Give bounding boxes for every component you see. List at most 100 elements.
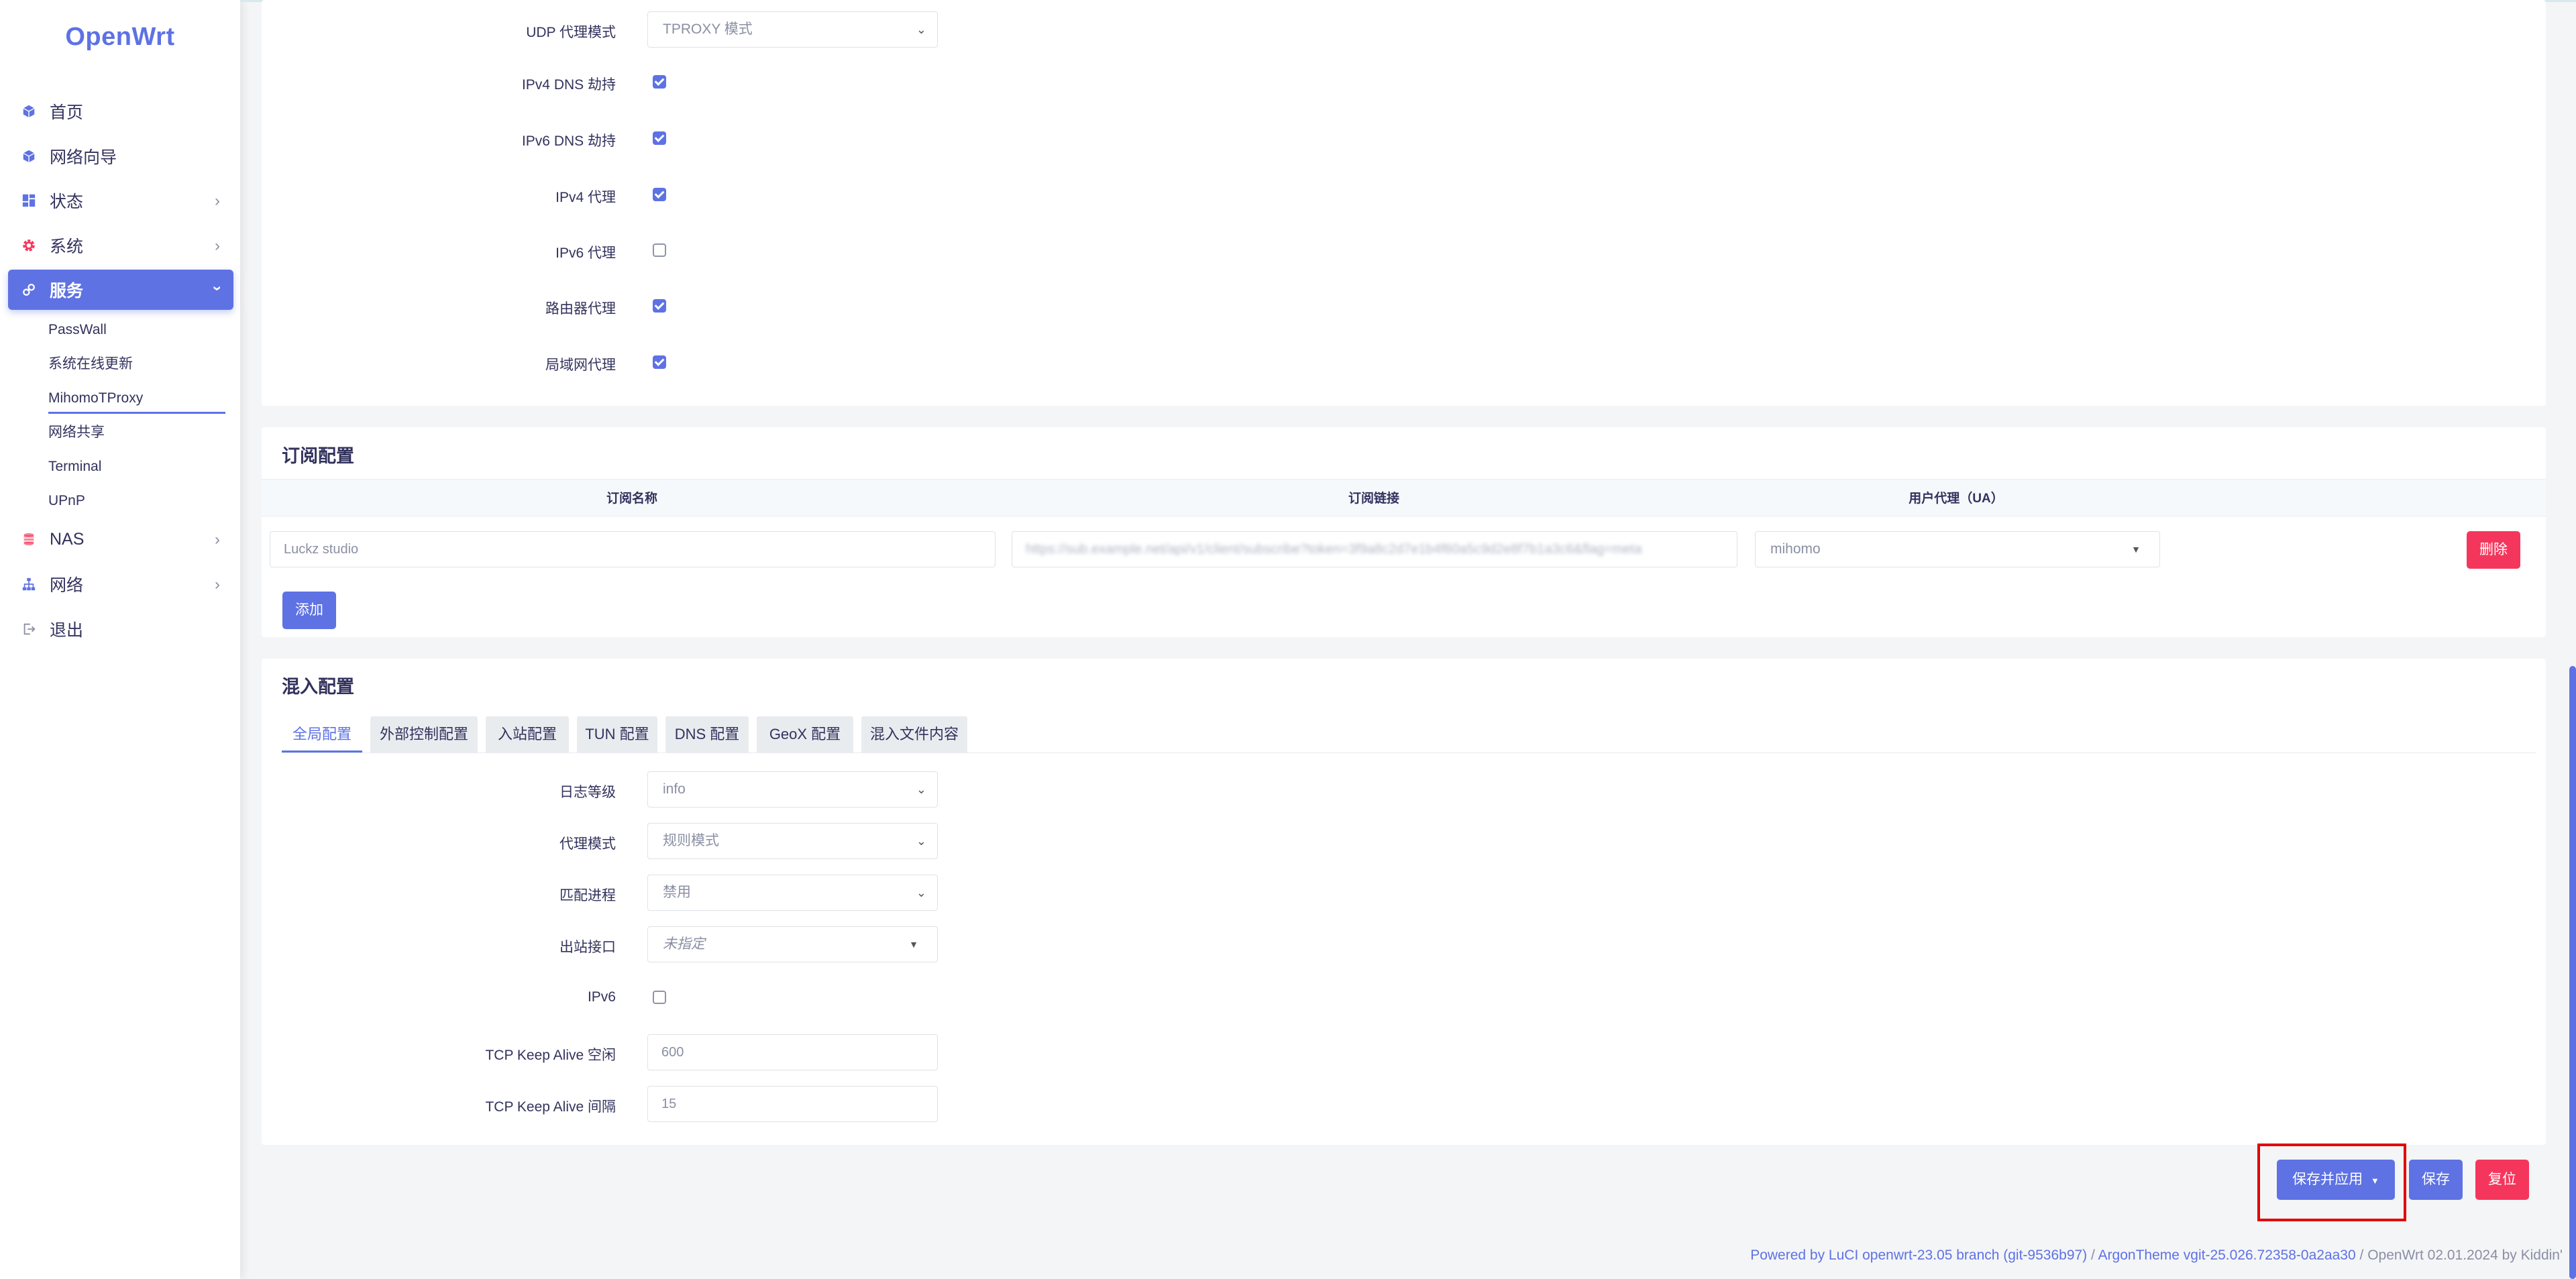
sidebar-item-home[interactable]: 首页 bbox=[8, 91, 233, 131]
outbound-iface-select[interactable]: 未指定 ▼ bbox=[647, 926, 938, 962]
log-level-select[interactable]: info ⌄ bbox=[647, 771, 938, 808]
tab-external-control[interactable]: 外部控制配置 bbox=[370, 716, 478, 753]
sidebar-item-network[interactable]: 网络 › bbox=[8, 564, 233, 604]
sidebar-item-label: 退出 bbox=[50, 621, 84, 640]
chevron-down-icon: ⌄ bbox=[916, 886, 926, 899]
tab-geox[interactable]: GeoX 配置 bbox=[757, 716, 853, 753]
sidebar: OpenWrt 首页 网络向导 状态 › 系统 › 服务 › PassWall … bbox=[0, 0, 240, 1279]
match-process-value: 禁用 bbox=[663, 885, 691, 900]
sub-ua-value: mihomo bbox=[1770, 541, 1821, 557]
sidebar-item-label: 网络 bbox=[50, 576, 84, 595]
submenu-item-upnp[interactable]: UPnP bbox=[48, 488, 225, 514]
chevron-down-icon: ⌄ bbox=[916, 834, 926, 848]
keepalive-idle-label: TCP Keep Alive 空闲 bbox=[485, 1048, 616, 1063]
col-sub-ua: 用户代理（UA） bbox=[1909, 492, 2004, 506]
sub-name-input[interactable]: Luckz studio bbox=[270, 531, 996, 567]
gear-icon bbox=[20, 237, 38, 254]
keepalive-interval-label: TCP Keep Alive 间隔 bbox=[485, 1099, 616, 1115]
match-process-label: 匹配进程 bbox=[559, 888, 616, 903]
scrollbar-thumb[interactable] bbox=[2569, 666, 2576, 1279]
ipv6-dns-label: IPv6 DNS 劫持 bbox=[521, 133, 616, 149]
chevron-right-icon: › bbox=[215, 575, 220, 594]
chevron-down-icon: ⌄ bbox=[916, 23, 926, 36]
submenu-item-mihomotproxy[interactable]: MihomoTProxy bbox=[48, 385, 225, 414]
tab-inbound[interactable]: 入站配置 bbox=[486, 716, 569, 753]
delete-subscription-button[interactable]: 删除 bbox=[2467, 531, 2520, 569]
chevron-down-icon: ⌄ bbox=[916, 783, 926, 796]
proxy-mode-select[interactable]: 规则模式 ⌄ bbox=[647, 823, 938, 859]
save-apply-label: 保存并应用 bbox=[2292, 1172, 2363, 1187]
ipv4-dns-label: IPv4 DNS 劫持 bbox=[521, 77, 616, 93]
submenu-item-passwall[interactable]: PassWall bbox=[48, 317, 225, 343]
sub-ua-select[interactable]: mihomo ▼ bbox=[1755, 531, 2160, 567]
lan-proxy-checkbox[interactable] bbox=[653, 355, 666, 369]
sub-url-value: https://sub.example.net/api/v1/client/su… bbox=[1026, 542, 1642, 557]
sidebar-item-label: 服务 bbox=[50, 282, 84, 300]
col-sub-name: 订阅名称 bbox=[606, 492, 657, 506]
keepalive-interval-input[interactable]: 15 bbox=[647, 1086, 938, 1122]
ipv4-dns-checkbox[interactable] bbox=[653, 75, 666, 89]
footer-luci-link[interactable]: Powered by LuCI openwrt-23.05 branch (gi… bbox=[1750, 1247, 2087, 1263]
footer-separator: / bbox=[2355, 1247, 2368, 1263]
link-icon bbox=[20, 281, 38, 298]
caret-down-icon: ▼ bbox=[909, 939, 918, 950]
sidebar-item-system[interactable]: 系统 › bbox=[8, 225, 233, 266]
match-process-select[interactable]: 禁用 ⌄ bbox=[647, 875, 938, 911]
logout-icon bbox=[20, 620, 38, 638]
footer-separator: / bbox=[2087, 1247, 2098, 1263]
brand-logo[interactable]: OpenWrt bbox=[0, 23, 240, 52]
submenu-item-terminal[interactable]: Terminal bbox=[48, 453, 225, 480]
proxy-mode-value: 规则模式 bbox=[663, 833, 719, 848]
sidebar-item-label: 系统 bbox=[50, 237, 84, 256]
router-proxy-label: 路由器代理 bbox=[545, 301, 616, 317]
tab-global-config[interactable]: 全局配置 bbox=[282, 716, 362, 753]
router-proxy-checkbox[interactable] bbox=[653, 299, 666, 313]
submenu-item-online-update[interactable]: 系统在线更新 bbox=[48, 351, 225, 378]
lan-proxy-label: 局域网代理 bbox=[545, 357, 616, 373]
footer-os-version: OpenWrt 02.01.2024 by Kiddin' bbox=[2367, 1247, 2563, 1263]
tab-tun[interactable]: TUN 配置 bbox=[577, 716, 657, 753]
ipv6-proxy-checkbox[interactable] bbox=[653, 243, 666, 257]
ipv6-label: IPv6 bbox=[587, 989, 616, 1005]
add-subscription-button[interactable]: 添加 bbox=[282, 592, 336, 629]
ipv4-proxy-label: IPv4 代理 bbox=[555, 190, 616, 205]
udp-mode-select[interactable]: TPROXY 模式 ⌄ bbox=[647, 11, 938, 48]
reset-button[interactable]: 复位 bbox=[2475, 1160, 2529, 1200]
log-level-label: 日志等级 bbox=[559, 785, 616, 800]
tab-mixin-file[interactable]: 混入文件内容 bbox=[861, 716, 967, 753]
submenu-item-network-share[interactable]: 网络共享 bbox=[48, 419, 225, 446]
chevron-right-icon: › bbox=[215, 531, 220, 549]
udp-mode-value: TPROXY 模式 bbox=[663, 21, 753, 37]
sidebar-item-status[interactable]: 状态 › bbox=[8, 180, 233, 221]
sidebar-item-services[interactable]: 服务 › bbox=[8, 270, 233, 310]
ipv6-dns-checkbox[interactable] bbox=[653, 131, 666, 145]
log-level-value: info bbox=[663, 781, 686, 797]
cube-icon bbox=[20, 103, 38, 120]
col-sub-url: 订阅链接 bbox=[1348, 492, 1399, 506]
sidebar-item-logout[interactable]: 退出 bbox=[8, 609, 233, 649]
proxy-mode-label: 代理模式 bbox=[559, 836, 616, 852]
sidebar-item-nas[interactable]: NAS › bbox=[8, 519, 233, 559]
save-apply-button[interactable]: 保存并应用 ▼ bbox=[2277, 1160, 2395, 1200]
sidebar-item-network-wizard[interactable]: 网络向导 bbox=[8, 136, 233, 176]
database-icon bbox=[20, 531, 38, 548]
mixin-title: 混入配置 bbox=[282, 677, 354, 697]
outbound-iface-label: 出站接口 bbox=[559, 940, 616, 955]
outbound-iface-value: 未指定 bbox=[663, 936, 705, 952]
cube-icon bbox=[20, 148, 38, 165]
ipv6-checkbox[interactable] bbox=[653, 991, 666, 1004]
ipv6-proxy-label: IPv6 代理 bbox=[555, 245, 616, 261]
sidebar-item-label: 状态 bbox=[50, 192, 84, 211]
keepalive-idle-input[interactable]: 600 bbox=[647, 1034, 938, 1070]
ipv4-proxy-checkbox[interactable] bbox=[653, 188, 666, 201]
sub-url-input[interactable]: https://sub.example.net/api/v1/client/su… bbox=[1012, 531, 1737, 567]
subscription-title: 订阅配置 bbox=[282, 446, 354, 466]
caret-down-icon: ▼ bbox=[2131, 544, 2141, 555]
footer-theme-link[interactable]: ArgonTheme vgit-25.026.72358-0a2aa30 bbox=[2098, 1247, 2356, 1263]
tab-dns[interactable]: DNS 配置 bbox=[665, 716, 749, 753]
footer: Powered by LuCI openwrt-23.05 branch (gi… bbox=[1750, 1247, 2563, 1264]
save-button[interactable]: 保存 bbox=[2409, 1160, 2463, 1200]
sidebar-item-label: 网络向导 bbox=[50, 148, 117, 167]
udp-mode-label: UDP 代理模式 bbox=[526, 25, 616, 40]
chevron-down-icon: › bbox=[209, 286, 227, 291]
